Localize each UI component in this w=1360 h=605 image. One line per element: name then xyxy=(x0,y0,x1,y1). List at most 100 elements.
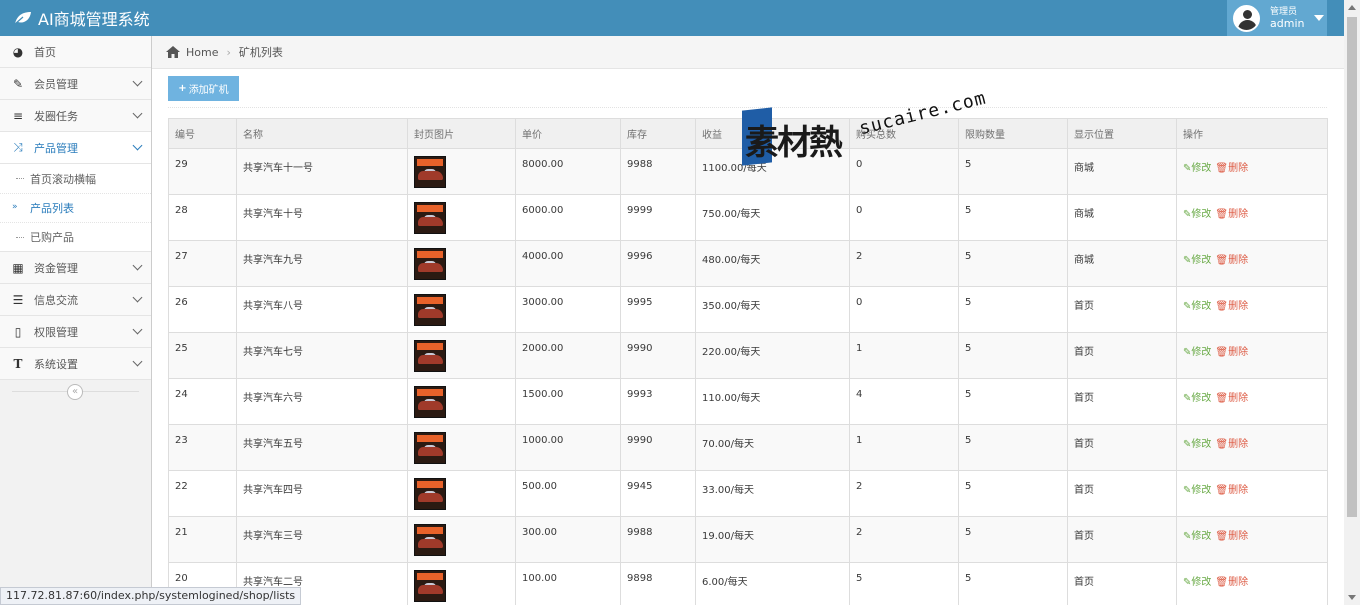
submenu-item-product-list[interactable]: » 产品列表 xyxy=(0,193,151,222)
column-header[interactable]: 名称 xyxy=(236,118,408,149)
sidebar-item-messages[interactable]: ☰ 信息交流 xyxy=(0,284,151,316)
cover-thumbnail[interactable] xyxy=(414,202,446,234)
trash-icon: 🗑︎ xyxy=(1215,439,1229,450)
submenu-item-banner[interactable]: 首页滚动横幅 xyxy=(0,164,151,193)
cell-cover-image xyxy=(407,424,516,471)
cell-stock: 9898 xyxy=(620,562,696,605)
edit-link[interactable]: ✎修改 xyxy=(1183,255,1211,266)
cover-thumbnail[interactable] xyxy=(414,156,446,188)
scroll-up-icon[interactable] xyxy=(1348,5,1356,10)
cover-thumbnail[interactable] xyxy=(414,524,446,556)
watermark-en: sucaire.com xyxy=(857,87,989,140)
cell-limit: 5 xyxy=(958,470,1068,517)
delete-link[interactable]: 🗑︎删除 xyxy=(1215,347,1248,358)
cover-thumbnail[interactable] xyxy=(414,340,446,372)
column-header[interactable]: 单价 xyxy=(515,118,621,149)
delete-label: 删除 xyxy=(1228,255,1249,266)
edit-link[interactable]: ✎修改 xyxy=(1183,485,1211,496)
cell-actions: ✎修改 🗑︎删除 xyxy=(1176,470,1328,517)
product-table: 编号 名称 封页图片 单价 库存 收益 购买总数 限购数量 显示位置 操作 29… xyxy=(168,118,1328,605)
sidebar-item-home[interactable]: ◕ 首页 xyxy=(0,36,151,68)
list-icon: ≡ xyxy=(12,108,24,123)
scrollbar[interactable] xyxy=(1344,0,1360,605)
scrollbar-thumb[interactable] xyxy=(1347,17,1357,517)
column-header[interactable]: 库存 xyxy=(620,118,696,149)
edit-link[interactable]: ✎修改 xyxy=(1183,439,1211,450)
cell-cover-image xyxy=(407,194,516,241)
cell-limit: 5 xyxy=(958,516,1068,563)
delete-link[interactable]: 🗑︎删除 xyxy=(1215,393,1248,404)
user-menu[interactable]: 管理员 admin xyxy=(1227,0,1327,36)
delete-link[interactable]: 🗑︎删除 xyxy=(1215,163,1248,174)
cell-total: 1 xyxy=(849,424,959,471)
trash-icon: 🗑︎ xyxy=(1215,485,1229,496)
trash-icon: 🗑︎ xyxy=(1215,163,1229,174)
delete-link[interactable]: 🗑︎删除 xyxy=(1215,439,1248,450)
cell-id: 22 xyxy=(168,470,237,517)
sidebar-item-products[interactable]: ⤨ 产品管理 xyxy=(0,132,151,164)
edit-link[interactable]: ✎修改 xyxy=(1183,577,1211,588)
column-header[interactable]: 操作 xyxy=(1176,118,1328,149)
column-header[interactable]: 封页图片 xyxy=(407,118,516,149)
list-alt-icon: ☰ xyxy=(12,292,24,307)
cover-thumbnail[interactable] xyxy=(414,386,446,418)
cell-id: 26 xyxy=(168,286,237,333)
delete-link[interactable]: 🗑︎删除 xyxy=(1215,209,1248,220)
delete-label: 删除 xyxy=(1228,577,1249,588)
trash-icon: 🗑︎ xyxy=(1215,347,1229,358)
status-url: 117.72.81.87:60/index.php/systemlogined/… xyxy=(0,587,302,605)
sidebar-item-tasks[interactable]: ≡ 发圈任务 xyxy=(0,100,151,132)
edit-label: 修改 xyxy=(1191,209,1212,220)
cell-cover-image xyxy=(407,562,516,605)
cell-cover-image xyxy=(407,378,516,425)
sidebar-item-members[interactable]: ✎ 会员管理 xyxy=(0,68,151,100)
edit-label: 修改 xyxy=(1191,577,1212,588)
delete-link[interactable]: 🗑︎删除 xyxy=(1215,485,1248,496)
collapse-left-icon[interactable]: « xyxy=(67,384,83,400)
sidebar-item-settings[interactable]: T 系统设置 xyxy=(0,348,151,380)
cell-position: 商城 xyxy=(1067,148,1177,195)
delete-link[interactable]: 🗑︎删除 xyxy=(1215,255,1248,266)
cover-thumbnail[interactable] xyxy=(414,570,446,602)
breadcrumb-home[interactable]: Home xyxy=(186,46,218,59)
edit-label: 修改 xyxy=(1191,347,1212,358)
edit-link[interactable]: ✎修改 xyxy=(1183,301,1211,312)
cover-thumbnail[interactable] xyxy=(414,432,446,464)
sidebar-item-permissions[interactable]: ▯ 权限管理 xyxy=(0,316,151,348)
edit-link[interactable]: ✎修改 xyxy=(1183,163,1211,174)
sidebar-item-funds[interactable]: ▦ 资金管理 xyxy=(0,252,151,284)
cell-stock: 9993 xyxy=(620,378,696,425)
cover-thumbnail[interactable] xyxy=(414,478,446,510)
breadcrumb-current: 矿机列表 xyxy=(238,46,283,59)
cell-total: 2 xyxy=(849,240,959,287)
top-navbar: AI商城管理系统 管理员 admin xyxy=(0,0,1360,36)
delete-link[interactable]: 🗑︎删除 xyxy=(1215,577,1248,588)
edit-label: 修改 xyxy=(1191,301,1212,312)
cover-thumbnail[interactable] xyxy=(414,248,446,280)
edit-link[interactable]: ✎修改 xyxy=(1183,209,1211,220)
scroll-down-icon[interactable] xyxy=(1348,595,1356,600)
delete-link[interactable]: 🗑︎删除 xyxy=(1215,531,1248,542)
cover-thumbnail[interactable] xyxy=(414,294,446,326)
sidebar-item-label: 产品管理 xyxy=(34,141,78,155)
add-miner-button[interactable]: + 添加矿机 xyxy=(168,76,239,101)
cell-id: 24 xyxy=(168,378,237,425)
cell-position: 商城 xyxy=(1067,194,1177,241)
column-header[interactable]: 编号 xyxy=(168,118,237,149)
cell-cover-image xyxy=(407,240,516,287)
leaf-icon xyxy=(14,12,31,25)
edit-link[interactable]: ✎修改 xyxy=(1183,347,1211,358)
edit-link[interactable]: ✎修改 xyxy=(1183,531,1211,542)
sidebar-item-label: 发圈任务 xyxy=(34,109,78,123)
trash-icon: 🗑︎ xyxy=(1215,577,1229,588)
submenu-item-purchased[interactable]: 已购产品 xyxy=(0,222,151,251)
cell-income: 350.00/每天 xyxy=(695,286,850,333)
delete-link[interactable]: 🗑︎删除 xyxy=(1215,301,1248,312)
brand[interactable]: AI商城管理系统 xyxy=(14,0,150,36)
column-header[interactable]: 显示位置 xyxy=(1067,118,1177,149)
cell-income: 480.00/每天 xyxy=(695,240,850,287)
edit-link[interactable]: ✎修改 xyxy=(1183,393,1211,404)
add-miner-label: 添加矿机 xyxy=(188,85,229,96)
cell-name: 共享汽车三号 xyxy=(236,516,408,563)
cell-income: 19.00/每天 xyxy=(695,516,850,563)
